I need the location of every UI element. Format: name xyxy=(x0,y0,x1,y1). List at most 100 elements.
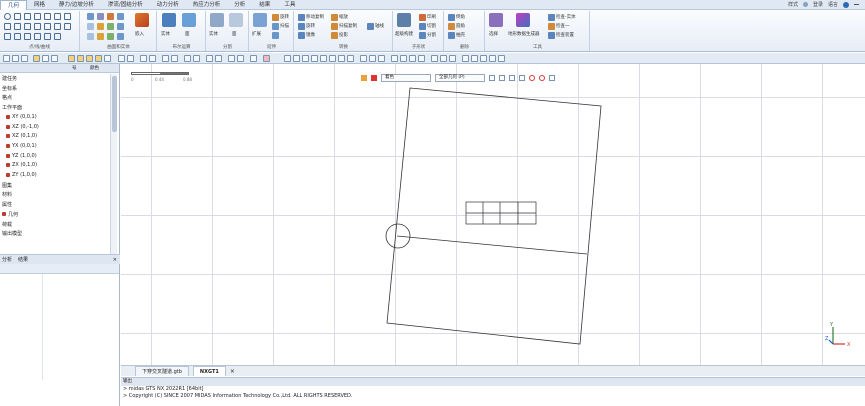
snap-point-icon[interactable] xyxy=(140,55,147,62)
chamfer-icon[interactable] xyxy=(448,14,455,21)
invert-show-icon[interactable] xyxy=(480,55,487,62)
ellipse-icon[interactable] xyxy=(4,23,11,30)
select-tool-icon[interactable] xyxy=(489,13,503,27)
tree-item[interactable]: 格点 xyxy=(2,94,12,101)
view-back-icon[interactable] xyxy=(409,55,416,62)
union-icon[interactable] xyxy=(162,13,176,27)
doc-tab-nxgt1[interactable]: NXGT1 xyxy=(192,366,226,376)
triangle-icon[interactable] xyxy=(4,33,11,40)
cube-icon[interactable] xyxy=(87,13,94,20)
intersect-icon[interactable] xyxy=(54,23,61,30)
zoom-icon[interactable] xyxy=(302,55,309,62)
point-icon[interactable] xyxy=(4,13,11,20)
model-check-icon[interactable] xyxy=(548,23,555,30)
cut-icon[interactable] xyxy=(419,23,426,30)
tab-seepage[interactable]: 渗流/固结分析 xyxy=(101,0,150,10)
folder-icon[interactable] xyxy=(33,55,40,62)
scale-icon[interactable] xyxy=(331,14,338,21)
terrain-icon[interactable] xyxy=(516,13,530,27)
tree-item[interactable]: 工作平面 xyxy=(2,104,22,111)
grid-snap-icon[interactable] xyxy=(206,55,213,62)
language-menu[interactable]: 语言 xyxy=(828,1,838,8)
grid-block[interactable] xyxy=(465,201,537,225)
tab-tools[interactable]: 工具 xyxy=(277,0,302,10)
user-icon[interactable] xyxy=(802,2,808,7)
save-icon[interactable] xyxy=(21,55,28,62)
close-icon[interactable]: × xyxy=(113,257,117,263)
embed-icon[interactable] xyxy=(135,13,149,27)
revolve-icon[interactable] xyxy=(272,14,279,21)
tree-item[interactable]: ZY (1,0,0) xyxy=(6,172,37,178)
help-icon[interactable] xyxy=(843,1,849,8)
view-left-icon[interactable] xyxy=(391,55,398,62)
star-icon[interactable] xyxy=(44,33,51,40)
scan-copy-icon[interactable] xyxy=(331,23,338,30)
construct-icon[interactable] xyxy=(397,13,411,27)
redo-icon[interactable] xyxy=(51,55,58,62)
view-iso-icon[interactable] xyxy=(378,55,385,62)
projection-icon[interactable] xyxy=(331,32,338,39)
tree-item[interactable]: XZ (0,1,0) xyxy=(6,133,37,139)
zoom-window-icon[interactable] xyxy=(293,55,300,62)
hide-icon[interactable] xyxy=(462,55,469,62)
line-icon[interactable] xyxy=(64,13,71,20)
tree-item[interactable]: 荷载 xyxy=(2,221,12,228)
view-top-icon[interactable] xyxy=(369,55,376,62)
display-options-icon[interactable] xyxy=(498,55,505,62)
select-icon[interactable] xyxy=(68,55,75,62)
grid-show-icon[interactable] xyxy=(215,55,222,62)
tree-item[interactable]: 材料 xyxy=(2,191,12,198)
axis-icon[interactable] xyxy=(367,23,374,30)
node-icon[interactable] xyxy=(184,55,191,62)
rotate-view-icon[interactable] xyxy=(320,55,327,62)
plane-icon[interactable] xyxy=(87,23,94,30)
shell-icon[interactable] xyxy=(448,32,455,39)
tree-scroll-thumb[interactable] xyxy=(112,76,117,132)
split-solid-icon[interactable] xyxy=(210,13,224,27)
fillet-curve-icon[interactable] xyxy=(64,23,71,30)
model-viewport[interactable]: 0 0.44 0.88 着色 全部几何 (P) Y X Z xyxy=(121,64,865,365)
cylinder-icon[interactable] xyxy=(97,13,104,20)
refresh-icon[interactable] xyxy=(338,55,345,62)
tab-thermal[interactable]: 热应力分析 xyxy=(186,0,228,10)
fillet-icon[interactable] xyxy=(448,23,455,30)
polygon-icon[interactable] xyxy=(14,33,21,40)
add-view-icon[interactable] xyxy=(347,55,354,62)
new-icon[interactable] xyxy=(3,55,10,62)
label-icon[interactable] xyxy=(237,55,244,62)
minimize-icon[interactable] xyxy=(854,4,859,5)
clear-icon[interactable] xyxy=(263,55,270,62)
tree-item[interactable]: 几何 xyxy=(2,211,18,218)
snap-face-icon[interactable] xyxy=(162,55,169,62)
style-menu[interactable]: 样式 xyxy=(788,1,798,8)
wedge-icon[interactable] xyxy=(117,23,124,30)
open-icon[interactable] xyxy=(12,55,19,62)
model-interface-line[interactable] xyxy=(396,235,588,255)
tree-item[interactable]: 坐标系 xyxy=(2,85,17,92)
tree-item[interactable]: ZX (0,1,0) xyxy=(6,162,37,168)
face-icon[interactable] xyxy=(117,33,124,40)
tab-geometry[interactable]: 几何 xyxy=(0,0,28,10)
element-icon[interactable] xyxy=(193,55,200,62)
select-poly-icon[interactable] xyxy=(86,55,93,62)
ring-icon[interactable] xyxy=(24,33,31,40)
view-front-icon[interactable] xyxy=(360,55,367,62)
move-copy-icon[interactable] xyxy=(298,14,305,21)
geometry-check-icon[interactable] xyxy=(548,14,555,21)
close-doc-icon[interactable]: × xyxy=(230,368,235,375)
filter-icon[interactable] xyxy=(118,55,125,62)
tree-item[interactable]: 属性 xyxy=(2,201,12,208)
loft-icon[interactable] xyxy=(87,33,94,40)
show-all-icon[interactable] xyxy=(489,55,496,62)
filter2-icon[interactable] xyxy=(127,55,134,62)
tree-item[interactable]: YZ (1,0,0) xyxy=(6,153,37,159)
pan-icon[interactable] xyxy=(311,55,318,62)
view-right-icon[interactable] xyxy=(400,55,407,62)
subtract-icon[interactable] xyxy=(182,13,196,27)
shade-icon[interactable] xyxy=(431,55,438,62)
spline-icon[interactable] xyxy=(14,23,21,30)
tree-item[interactable]: XZ (0,-1,0) xyxy=(6,124,39,130)
polyline-icon[interactable] xyxy=(24,13,31,20)
extrude-icon[interactable] xyxy=(253,13,267,27)
tab-results[interactable]: 结果 xyxy=(252,0,277,10)
